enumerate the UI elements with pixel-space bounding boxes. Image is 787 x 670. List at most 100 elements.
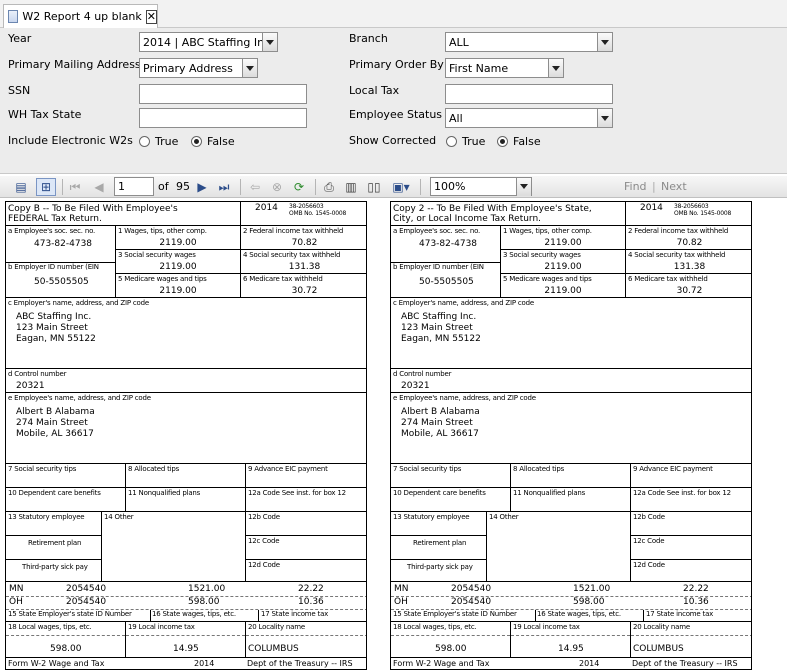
chevron-down-icon[interactable] — [597, 109, 612, 127]
chevron-down-icon[interactable] — [548, 59, 563, 77]
box-12c: 12c Code — [631, 536, 751, 560]
w2-form-copy-b: Copy B -- To Be Filed With Employee's FE… — [5, 201, 367, 670]
state-rows: MN 2054540 1521.00 22.22 OH 2054540 598.… — [391, 582, 751, 622]
page-setup-icon[interactable]: ▯▯ — [366, 178, 382, 196]
box-7: 7 Social security tips — [6, 464, 126, 488]
mailing-address-select[interactable]: Primary Address — [139, 58, 258, 78]
next-link[interactable]: Next — [661, 180, 687, 193]
chevron-down-icon[interactable] — [262, 33, 277, 51]
parameters-panel: Year 2014 | ABC Staffing Inc. Branch ALL… — [0, 28, 787, 174]
third-party-sick-box: Third-party sick pay — [6, 560, 102, 582]
box-12a: 12a Code See inst. for box 12 — [631, 488, 751, 512]
form-year-box: 2014 — [241, 202, 287, 226]
box-2: 2 Federal income tax withheld 70.82 — [626, 226, 751, 250]
wh-tax-state-input[interactable] — [139, 108, 307, 128]
form-header: Copy 2 -- To Be Filed With Employee's St… — [391, 202, 626, 226]
chevron-down-icon[interactable] — [242, 59, 257, 77]
box-12a: 12a Code See inst. for box 12 — [246, 488, 366, 512]
ssn-label: SSN — [8, 84, 31, 97]
total-pages: 95 — [176, 180, 190, 193]
control-number-box: d Control number 20321 — [391, 369, 751, 393]
zoom-select[interactable]: 100% — [430, 177, 532, 196]
corrected-true-radio[interactable]: True — [446, 135, 485, 148]
box-12b: 12b Code — [631, 512, 751, 536]
refresh-icon[interactable]: ⟳ — [292, 178, 306, 196]
box-1: 1 Wages, tips, other comp. 2119.00 — [501, 226, 626, 250]
footer-form: Form W-2 Wage and Tax — [393, 659, 490, 668]
of-label: of — [158, 180, 169, 193]
retirement-plan-box: Retirement plan — [6, 536, 102, 560]
corrected-false-radio[interactable]: False — [497, 135, 541, 148]
export-icon[interactable]: ▣▾ — [390, 178, 412, 196]
chevron-down-icon[interactable] — [597, 33, 612, 51]
report-tab[interactable]: W2 Report 4 up blank ✕ — [3, 4, 158, 28]
electronic-false-radio[interactable]: False — [191, 135, 235, 148]
first-page-icon[interactable]: ⏮ — [68, 178, 82, 196]
form-header: Copy B -- To Be Filed With Employee's FE… — [6, 202, 241, 226]
third-party-sick-box: Third-party sick pay — [391, 560, 487, 582]
box-6: 6 Medicare tax withheld 30.72 — [241, 274, 366, 298]
order-by-select[interactable]: First Name — [445, 58, 564, 78]
employer-box: c Employer's name, address, and ZIP code… — [391, 298, 751, 369]
back-icon[interactable]: ⇦ — [248, 178, 262, 196]
box-18: 18 Local wages, tips, etc. 598.00 — [6, 622, 126, 658]
ssn-box: a Employee's soc. sec. no. 473-82-4738 — [391, 226, 501, 263]
footer-form: Form W-2 Wage and Tax — [8, 659, 105, 668]
ein-box: b Employer ID number (EIN 50-5505505 — [6, 263, 116, 298]
omb-box: 38-2056603 OMB No. 1545-0008 — [672, 202, 751, 226]
box-11: 11 Nonqualified plans — [126, 488, 246, 512]
box-12d: 12d Code — [246, 560, 366, 582]
print-icon[interactable]: ⎙ — [322, 178, 336, 196]
electronic-w2-label: Include Electronic W2s — [8, 134, 133, 147]
box-10: 10 Dependent care benefits — [6, 488, 126, 512]
retirement-plan-box: Retirement plan — [391, 536, 487, 560]
box-14: 14 Other — [102, 512, 246, 582]
box-5: 5 Medicare wages and tips 2119.00 — [501, 274, 626, 298]
box-13: 13 Statutory employee — [391, 512, 487, 536]
box-5: 5 Medicare wages and tips 2119.00 — [116, 274, 241, 298]
chevron-down-icon[interactable] — [516, 177, 531, 196]
year-select[interactable]: 2014 | ABC Staffing Inc. — [139, 32, 278, 52]
box-20: 20 Locality name COLUMBUS — [631, 622, 751, 658]
box-4: 4 Social security tax withheld 131.38 — [241, 250, 366, 274]
doc-map-icon[interactable]: ⊞ — [36, 178, 56, 196]
box-19: 19 Local income tax 14.95 — [511, 622, 631, 658]
box-12c: 12c Code — [246, 536, 366, 560]
ssn-box: a Employee's soc. sec. no. 473-82-4738 — [6, 226, 116, 263]
toggle-params-icon[interactable]: ▤ — [12, 178, 30, 196]
stop-icon[interactable]: ⊗ — [270, 178, 284, 196]
local-tax-input[interactable] — [445, 84, 613, 104]
next-page-icon[interactable]: ▶ — [195, 178, 209, 196]
print-layout-icon[interactable]: ▥ — [344, 178, 358, 196]
box-2: 2 Federal income tax withheld 70.82 — [241, 226, 366, 250]
page-number-input[interactable]: 1 — [114, 177, 154, 196]
box-9: 9 Advance EIC payment — [246, 464, 366, 488]
prev-page-icon[interactable]: ◀ — [92, 178, 106, 196]
employee-status-select[interactable]: All — [445, 108, 613, 128]
footer-dept: Dept of the Treasury -- IRS — [632, 659, 738, 668]
mailing-address-label: Primary Mailing Address — [8, 58, 141, 71]
w2-form-copy-2: Copy 2 -- To Be Filed With Employee's St… — [390, 201, 752, 670]
form-year-box: 2014 — [626, 202, 672, 226]
box-8: 8 Allocated tips — [126, 464, 246, 488]
close-icon[interactable]: ✕ — [145, 9, 157, 24]
year-label: Year — [8, 32, 32, 45]
tab-bar: W2 Report 4 up blank ✕ — [0, 0, 787, 28]
ssn-input[interactable] — [139, 84, 307, 104]
electronic-true-radio[interactable]: True — [139, 135, 178, 148]
branch-select[interactable]: ALL — [445, 32, 613, 52]
state-rows: MN 2054540 1521.00 22.22 OH 2054540 598.… — [6, 582, 366, 622]
box-14: 14 Other — [487, 512, 631, 582]
box-10: 10 Dependent care benefits — [391, 488, 511, 512]
box-6: 6 Medicare tax withheld 30.72 — [626, 274, 751, 298]
box-12d: 12d Code — [631, 560, 751, 582]
find-link[interactable]: Find — [624, 180, 647, 193]
report-viewer: Copy B -- To Be Filed With Employee's FE… — [0, 199, 787, 670]
box-20: 20 Locality name COLUMBUS — [246, 622, 366, 658]
control-number-box: d Control number 20321 — [6, 369, 366, 393]
footer-dept: Dept of the Treasury -- IRS — [247, 659, 353, 668]
box-4: 4 Social security tax withheld 131.38 — [626, 250, 751, 274]
last-page-icon[interactable]: ⏭ — [217, 178, 231, 196]
footer-year: 2014 — [194, 659, 215, 668]
box-1: 1 Wages, tips, other comp. 2119.00 — [116, 226, 241, 250]
